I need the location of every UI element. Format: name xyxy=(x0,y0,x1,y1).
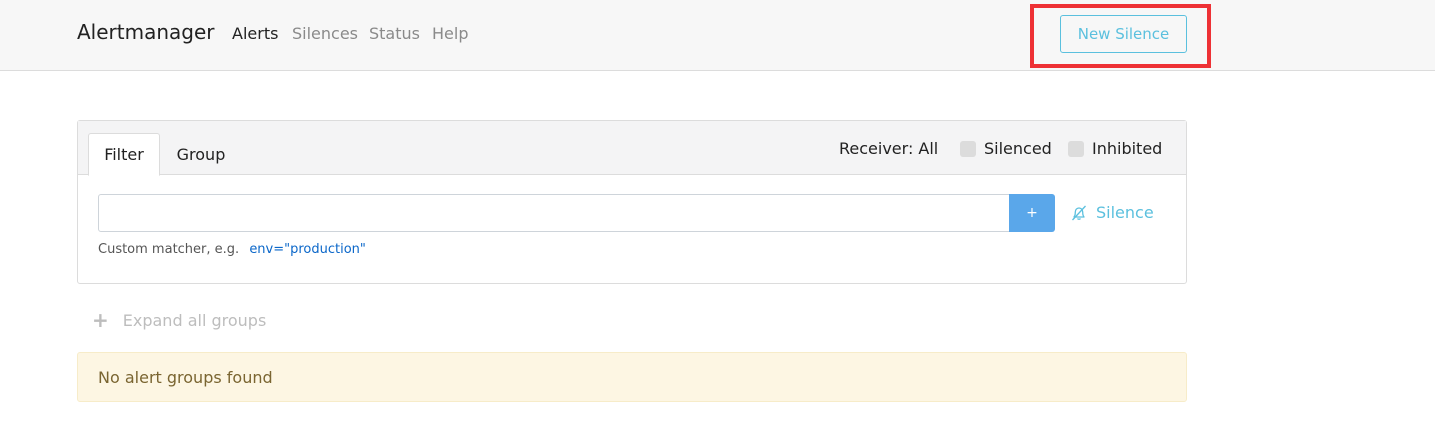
nav-link-silences[interactable]: Silences xyxy=(292,24,358,43)
nav-link-alerts[interactable]: Alerts xyxy=(232,24,278,43)
tab-group[interactable]: Group xyxy=(164,133,238,175)
silence-link-label: Silence xyxy=(1096,203,1154,222)
expand-all-groups[interactable]: + Expand all groups xyxy=(92,308,266,332)
help-text-label: Custom matcher, e.g. xyxy=(98,242,240,257)
silenced-label: Silenced xyxy=(984,139,1052,158)
plus-icon: + xyxy=(92,308,109,332)
bell-slash-icon xyxy=(1072,205,1086,220)
card-header: Filter Group Receiver: All Silenced Inhi… xyxy=(78,121,1186,176)
silenced-checkbox-box[interactable] xyxy=(960,140,976,157)
tab-filter[interactable]: Filter xyxy=(88,133,160,176)
nav-link-status[interactable]: Status xyxy=(369,24,420,43)
filter-input[interactable] xyxy=(98,194,1010,232)
inhibited-checkbox-box[interactable] xyxy=(1068,140,1084,157)
highlight-annotation xyxy=(1030,4,1211,68)
empty-message-text: No alert groups found xyxy=(98,367,273,387)
navbar: Alertmanager Alerts Silences Status Help… xyxy=(0,0,1435,71)
help-example-code: env="production" xyxy=(249,242,366,257)
expand-all-label: Expand all groups xyxy=(122,310,267,330)
inhibited-label: Inhibited xyxy=(1092,139,1163,158)
empty-alert-groups-message: No alert groups found xyxy=(77,352,1187,402)
inhibited-checkbox[interactable]: Inhibited xyxy=(1068,139,1162,158)
matcher-help-text: Custom matcher, e.g. env="production" xyxy=(98,242,366,257)
brand-title[interactable]: Alertmanager xyxy=(77,20,215,44)
nav-link-help[interactable]: Help xyxy=(432,24,468,43)
filter-card: Filter Group Receiver: All Silenced Inhi… xyxy=(77,120,1187,284)
receiver-selector[interactable]: Receiver: All xyxy=(839,139,938,158)
add-matcher-button[interactable]: + xyxy=(1009,194,1055,232)
silenced-checkbox[interactable]: Silenced xyxy=(960,139,1052,158)
silence-link[interactable]: Silence xyxy=(1070,203,1154,222)
